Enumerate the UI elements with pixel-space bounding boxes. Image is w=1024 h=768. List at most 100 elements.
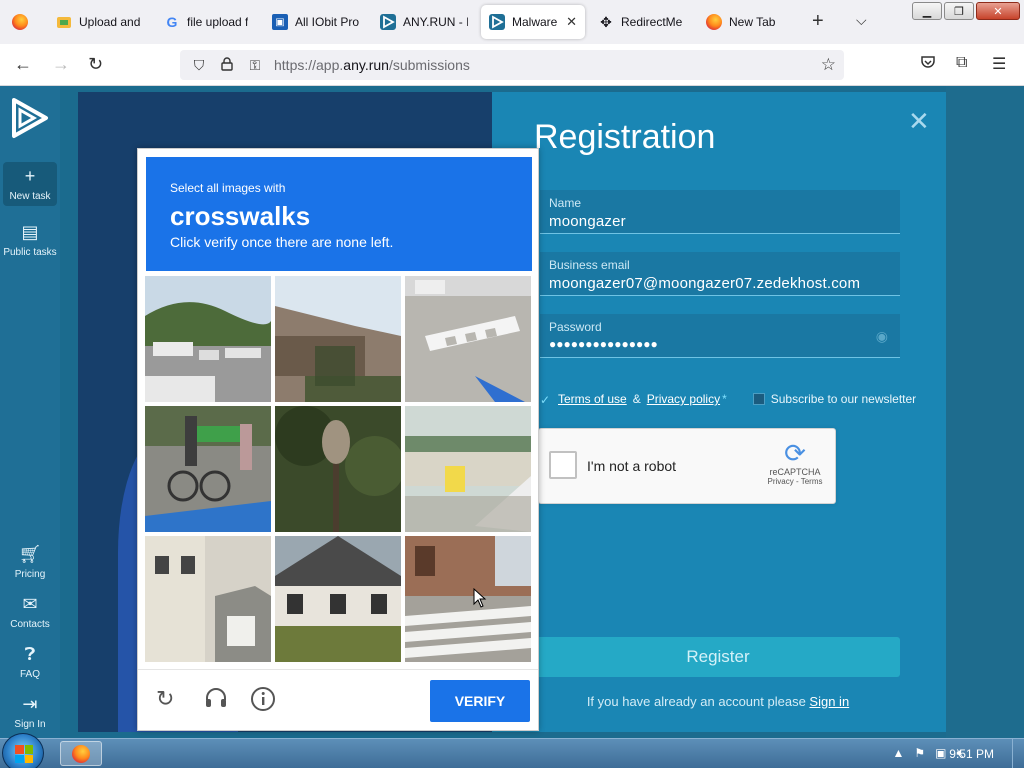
captcha-challenge: Select all images with crosswalks Click … xyxy=(137,148,539,731)
recaptcha-checkbox[interactable] xyxy=(549,451,577,479)
tab-iobit[interactable]: ▣ All IObit Pro xyxy=(264,5,368,39)
recaptcha-arrows-icon: ⟳ xyxy=(784,438,806,468)
recaptcha-privacy-terms-link[interactable]: Privacy - Terms xyxy=(763,477,827,486)
sidebar-item-sign-in[interactable]: ⇥ Sign In xyxy=(0,694,60,730)
browser-tab-bar: Upload and G file upload f ▣ All IObit P… xyxy=(0,0,1024,44)
firefox-icon xyxy=(12,14,28,30)
modal-close-icon[interactable]: ✕ xyxy=(908,106,930,137)
google-icon: G xyxy=(166,14,178,30)
help-icon: ❓︎ xyxy=(24,644,36,664)
bookmark-star-icon[interactable]: ☆ xyxy=(821,55,836,75)
browser-navbar: ← → ↻ ⛉ ⚿ https://app.any.run/submission… xyxy=(0,44,1024,86)
lock-icon[interactable] xyxy=(218,56,236,74)
challenge-tile-1[interactable] xyxy=(145,276,271,402)
upload-icon xyxy=(56,14,72,30)
sidebar: + New task ▤ Public tasks 🛒︎ Pricing ✉ C… xyxy=(0,86,60,738)
tab-close-icon[interactable]: ✕ xyxy=(566,14,577,30)
terms-checkbox-check-icon[interactable]: ✓ xyxy=(540,393,552,407)
challenge-tile-5[interactable] xyxy=(275,406,401,532)
tray-expand-icon[interactable]: ▲ xyxy=(892,746,904,761)
recaptcha-label: I'm not a robot xyxy=(587,458,677,474)
challenge-tile-3[interactable] xyxy=(405,276,531,402)
challenge-tile-7[interactable] xyxy=(145,536,271,662)
sign-in-icon: ⇥ xyxy=(22,694,38,714)
taskbar-firefox-button[interactable] xyxy=(60,741,102,766)
sidebar-item-contacts[interactable]: ✉ Contacts xyxy=(0,594,60,630)
network-icon[interactable]: ▣ xyxy=(935,746,946,761)
address-bar[interactable]: ⛉ ⚿ https://app.any.run/submissions ☆ xyxy=(180,50,844,80)
sidebar-item-pricing[interactable]: 🛒︎ Pricing xyxy=(0,544,60,580)
registration-modal: ✕ Registration Name moongazer Business e… xyxy=(492,92,946,732)
anyrun-icon xyxy=(489,14,505,30)
menu-hamburger-icon[interactable]: ☰ xyxy=(992,54,1006,74)
anyrun-icon xyxy=(380,14,396,30)
new-tab-plus-icon[interactable]: + xyxy=(812,10,824,33)
tab-google[interactable]: G file upload f xyxy=(156,5,256,39)
privacy-policy-link[interactable]: Privacy policy xyxy=(647,392,720,406)
tab-new-tab[interactable]: New Tab xyxy=(698,5,798,39)
firefox-icon xyxy=(72,744,90,763)
pocket-icon[interactable] xyxy=(920,54,936,75)
tab-upload[interactable]: Upload and xyxy=(48,5,148,39)
show-password-eye-icon[interactable]: ◉ xyxy=(876,328,888,345)
recaptcha-widget: I'm not a robot ⟳ reCAPTCHA Privacy - Te… xyxy=(538,428,836,504)
tab-list-chevron-icon[interactable]: ⌵ xyxy=(856,12,867,29)
terms-row: ✓ Terms of use & Privacy policy * Subscr… xyxy=(540,392,917,407)
restore-icon[interactable]: ❐ xyxy=(944,2,974,20)
forward-arrow-icon[interactable]: → xyxy=(52,54,70,75)
plus-icon: + xyxy=(24,166,36,186)
shield-icon[interactable]: ⛉ xyxy=(190,57,208,74)
extensions-icon[interactable]: ⧉ xyxy=(956,54,967,72)
tab-malware-active[interactable]: Malware ✕ xyxy=(481,5,585,39)
sidebar-item-faq[interactable]: ❓︎ FAQ xyxy=(0,644,60,680)
action-center-flag-icon[interactable]: ⚑ xyxy=(914,746,925,761)
document-icon: ▤ xyxy=(21,222,39,242)
email-field[interactable]: Business email moongazer07@moongazer07.z… xyxy=(540,252,900,296)
reload-challenge-icon[interactable]: ↻ xyxy=(156,686,174,712)
newsletter-checkbox[interactable] xyxy=(752,393,765,405)
iobit-icon: ▣ xyxy=(272,14,288,30)
url-text: https://app.any.run/submissions xyxy=(274,57,470,73)
challenge-footer: ↻ VERIFY xyxy=(138,669,538,731)
newsletter-label: Subscribe to our newsletter xyxy=(770,392,917,406)
anyrun-logo-icon[interactable] xyxy=(8,96,52,140)
verify-button[interactable]: VERIFY xyxy=(430,680,530,722)
challenge-tile-8[interactable] xyxy=(275,536,401,662)
terms-of-use-link[interactable]: Terms of use xyxy=(558,392,627,406)
reload-icon[interactable]: ↻ xyxy=(88,54,103,75)
redirect-icon: ✥ xyxy=(600,13,612,30)
window-controls: ▁ ❐ ✕ xyxy=(912,2,1020,20)
firefox-icon xyxy=(706,14,722,30)
name-field[interactable]: Name moongazer xyxy=(540,190,900,234)
permissions-key-icon[interactable]: ⚿ xyxy=(246,57,264,74)
challenge-tile-2[interactable] xyxy=(275,276,401,402)
challenge-tile-9[interactable] xyxy=(405,536,531,662)
back-arrow-icon[interactable]: ← xyxy=(14,54,32,75)
mail-icon: ✉ xyxy=(22,594,38,614)
window-close-icon[interactable]: ✕ xyxy=(976,2,1020,20)
tab-firefox[interactable] xyxy=(4,5,38,39)
password-field[interactable]: Password ●●●●●●●●●●●●●●● ◉ xyxy=(540,314,900,358)
windows-taskbar: ▲ ⚑ ▣ 🔇︎ 9:51 PM xyxy=(0,733,1024,768)
mouse-pointer-icon xyxy=(473,588,487,608)
challenge-tile-4[interactable] xyxy=(145,406,271,532)
sidebar-item-public-tasks[interactable]: ▤ Public tasks xyxy=(0,222,60,258)
clock[interactable]: 9:51 PM xyxy=(949,747,994,761)
tab-redirectme[interactable]: ✥ RedirectMe xyxy=(590,5,700,39)
sign-in-link[interactable]: Sign in xyxy=(809,694,849,709)
overlay-right-panel xyxy=(946,86,1024,738)
info-icon[interactable] xyxy=(250,686,276,718)
start-button-windows-icon[interactable] xyxy=(2,733,44,768)
challenge-tile-6[interactable] xyxy=(405,406,531,532)
show-desktop-button[interactable] xyxy=(1012,739,1024,768)
minimize-icon[interactable]: ▁ xyxy=(912,2,942,20)
audio-challenge-headphones-icon[interactable] xyxy=(204,686,228,716)
registration-title: Registration xyxy=(534,118,716,156)
recaptcha-logo: ⟳ reCAPTCHA Privacy - Terms xyxy=(763,439,827,486)
cart-icon: 🛒︎ xyxy=(18,544,42,564)
sidebar-item-new-task[interactable]: + New task xyxy=(3,162,57,206)
tab-anyrun[interactable]: ANY.RUN - I xyxy=(372,5,476,39)
register-button[interactable]: Register xyxy=(536,637,900,677)
challenge-header: Select all images with crosswalks Click … xyxy=(146,157,532,271)
challenge-keyword: crosswalks xyxy=(170,201,311,231)
